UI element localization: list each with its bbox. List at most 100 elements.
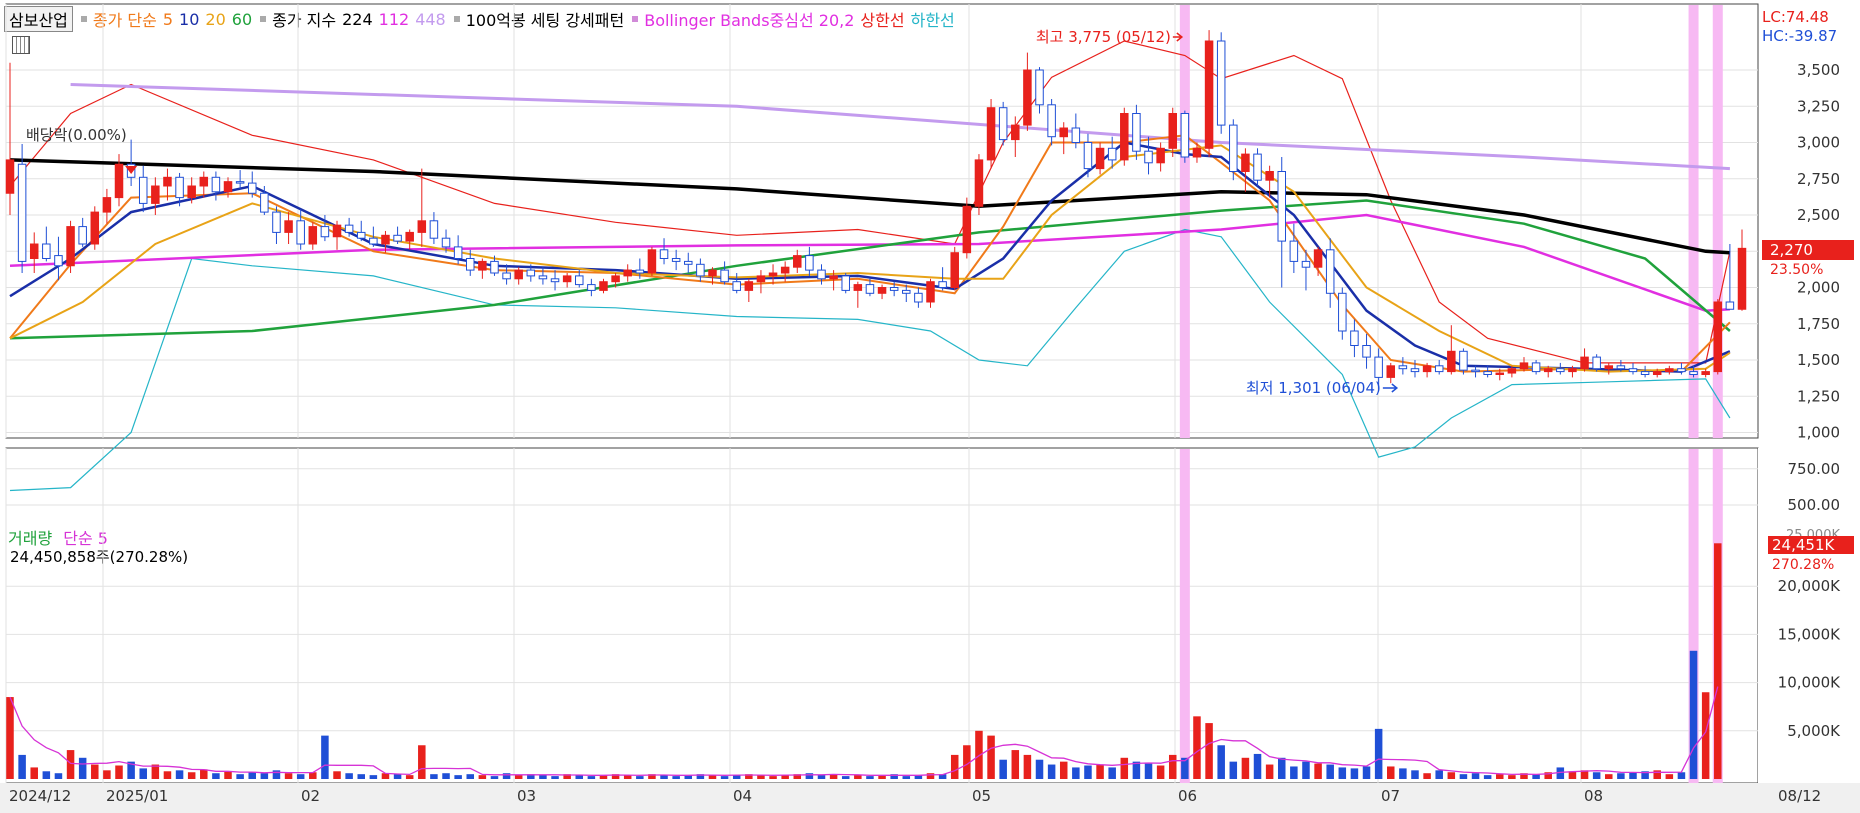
volume-bar: [66, 750, 75, 779]
volume-bar: [1144, 763, 1153, 779]
candle-body: [1628, 368, 1638, 373]
volume-bar: [6, 697, 14, 779]
volume-bar: [236, 774, 244, 779]
volume-bar: [1241, 757, 1250, 779]
volume-bar: [1229, 761, 1238, 779]
series-line: [9, 141, 1731, 373]
candle-body: [805, 255, 814, 271]
volume-bar: [1035, 759, 1044, 779]
x-tick-label: 04: [733, 787, 752, 805]
candle-body: [611, 275, 620, 283]
volume-bar: [1011, 750, 1020, 779]
x-tick-label: 2025/01: [106, 787, 168, 805]
volume-bar: [1096, 764, 1104, 779]
volume-bar: [1459, 774, 1468, 779]
volume-bar: [272, 770, 281, 779]
candle-body: [1531, 362, 1541, 373]
volume-bar: [1350, 768, 1359, 779]
volume-bar: [866, 776, 874, 779]
candle-body: [54, 255, 63, 267]
volume-bar: [551, 776, 559, 779]
volume-bar: [163, 771, 172, 779]
candle-body: [465, 258, 475, 271]
candle-body: [223, 181, 233, 193]
volume-bar: [1108, 767, 1116, 779]
candle-body: [502, 272, 511, 280]
candle-body: [1277, 171, 1287, 242]
highlight-band: [1179, 5, 1190, 438]
volume-bar: [587, 776, 596, 779]
volume-bars: [6, 543, 1722, 779]
candle-body: [780, 266, 790, 274]
candle-body: [1011, 124, 1020, 141]
candle-body: [42, 243, 51, 259]
candle-body: [853, 284, 863, 291]
candle-body: [138, 176, 148, 204]
volume-bar: [817, 775, 826, 779]
volume-tag-pct: 270.28%: [1772, 557, 1834, 573]
volume-bar: [1508, 775, 1516, 779]
candle-body: [1652, 371, 1662, 376]
volume-bar: [1447, 772, 1456, 779]
candle-body: [1035, 69, 1044, 106]
volume-bar: [514, 775, 523, 779]
candle-body: [1180, 113, 1190, 158]
candle-body: [1592, 356, 1601, 370]
volume-bar: [902, 776, 911, 779]
candle-body: [926, 281, 935, 303]
candle-body: [1132, 113, 1141, 152]
candle-body: [235, 181, 245, 184]
hc-readout: HC:-39.87: [1762, 27, 1837, 45]
candle-body: [1495, 372, 1505, 375]
series-line: [70, 83, 1730, 171]
x-tick-label: 08/12: [1778, 787, 1821, 805]
candle-body: [1289, 240, 1299, 262]
candle-body: [1059, 127, 1068, 138]
volume-bar: [115, 765, 123, 779]
candle-body: [1604, 365, 1614, 370]
candle-body: [1265, 171, 1274, 181]
volume-bar: [321, 735, 329, 779]
volume-bar: [1326, 764, 1334, 779]
x-tick-label: 06: [1178, 787, 1197, 805]
candle-body: [381, 234, 390, 245]
volume-bar: [720, 776, 729, 779]
candle-body: [405, 231, 414, 242]
volume-bar: [1435, 770, 1443, 779]
volume-bar: [393, 774, 402, 779]
volume-bar: [418, 745, 426, 779]
volume-bar: [1483, 775, 1492, 779]
volume-bar: [1168, 754, 1177, 779]
candle-body: [1253, 153, 1262, 181]
volume-bar: [296, 774, 305, 779]
volume-bar: [1059, 761, 1068, 779]
candle-body: [78, 226, 87, 245]
volume-bar: [175, 770, 184, 779]
volume-bar: [950, 754, 959, 779]
candle-body: [1737, 247, 1747, 310]
candle-body: [817, 269, 826, 280]
candle-body: [356, 231, 366, 239]
candle-body: [538, 275, 548, 280]
candle-body: [696, 263, 705, 277]
candle-body: [344, 224, 354, 233]
volume-tick-label: 5,000K: [1787, 722, 1841, 740]
volume-bar: [854, 775, 862, 779]
volume-bar: [1156, 765, 1165, 779]
volume-tag-value: 24,451K: [1772, 536, 1835, 554]
volume-bar: [1592, 772, 1601, 779]
volume-bar: [660, 775, 668, 779]
candle-body: [1616, 365, 1626, 370]
candle-body: [1677, 368, 1686, 373]
candle-body: [1386, 365, 1396, 378]
candle-body: [284, 220, 293, 233]
volume-bar: [1084, 765, 1092, 779]
candle-body: [441, 237, 451, 248]
y-tick-label: 1,750: [1797, 315, 1840, 333]
candle-body: [1665, 368, 1674, 373]
candle-body: [1580, 356, 1589, 370]
candle-body: [514, 269, 523, 280]
y-tick-label: 1,500: [1797, 351, 1840, 369]
volume-bar: [1277, 757, 1286, 779]
volume-bar: [1072, 767, 1080, 779]
